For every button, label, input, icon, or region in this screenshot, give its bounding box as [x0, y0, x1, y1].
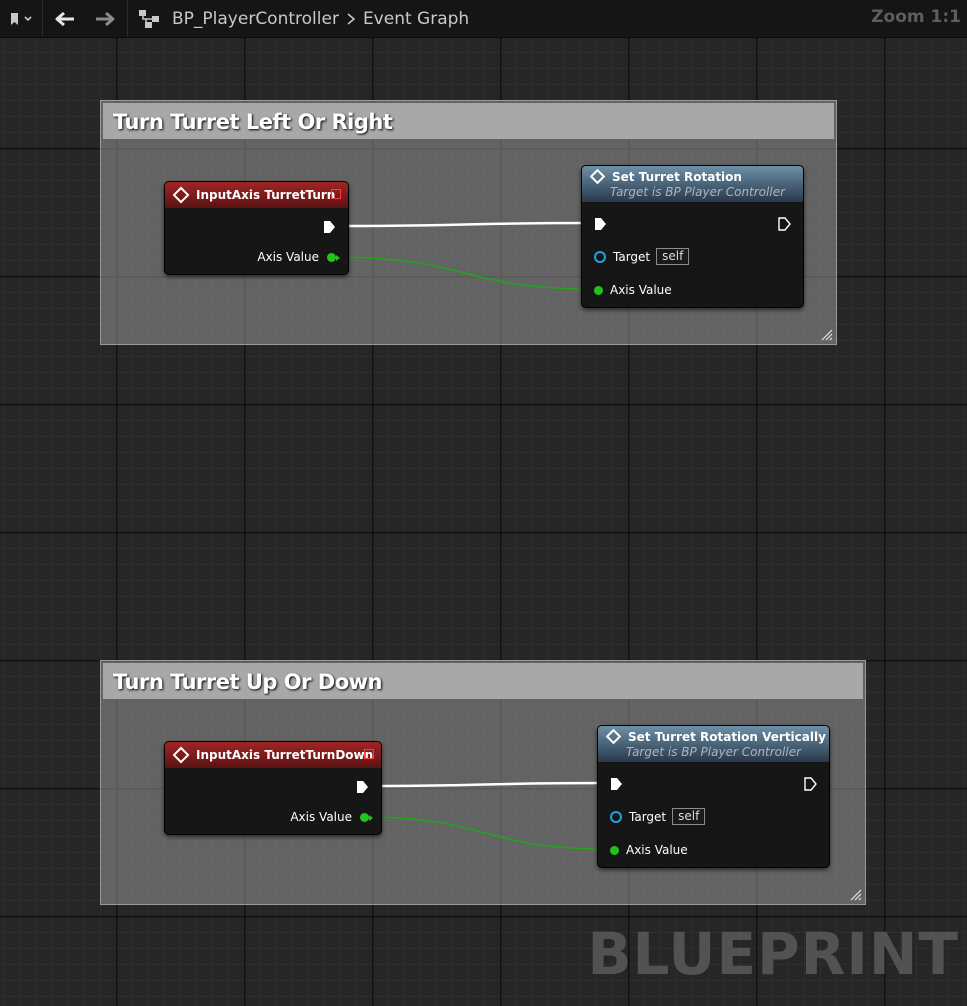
exec-out-pin[interactable] — [323, 220, 336, 234]
axis-value-output-row: Axis Value — [257, 250, 340, 264]
back-arrow-icon — [55, 11, 74, 26]
breadcrumb-graph[interactable]: Event Graph — [363, 9, 469, 29]
pin-label: Axis Value — [257, 250, 319, 264]
target-input-pin[interactable] — [610, 810, 622, 823]
node-title: InputAxis TurretTurnDown — [196, 748, 374, 762]
input-axis-event-node[interactable]: InputAxis TurretTurnDown Axis Value — [164, 741, 382, 835]
node-subtitle: Target is BP Player Controller — [626, 744, 802, 759]
event-diamond-icon — [172, 186, 190, 204]
chevron-right-icon — [347, 12, 356, 25]
pin-label: Target — [613, 249, 651, 264]
exec-out-pin[interactable] — [804, 777, 817, 791]
target-input-pin[interactable] — [594, 250, 606, 263]
blueprint-watermark: BLUEPRINT — [587, 920, 959, 988]
bookmark-button[interactable] — [0, 0, 42, 37]
exec-in-pin[interactable] — [594, 217, 607, 231]
target-input-row: Target self — [610, 808, 706, 825]
zoom-level: Zoom 1:1 — [871, 7, 961, 27]
resize-grip-icon[interactable] — [821, 329, 833, 341]
graph-toolbar: BP_PlayerController Event Graph Zoom 1:1 — [0, 0, 967, 38]
node-header[interactable]: Set Turret Rotation Target is BP Player … — [582, 166, 803, 202]
delegate-pin-icon[interactable] — [331, 189, 341, 199]
forward-button[interactable] — [87, 0, 123, 37]
event-diamond-icon — [172, 746, 190, 764]
node-title: Set Turret Rotation — [612, 169, 742, 184]
target-input-row: Target self — [594, 248, 690, 265]
forward-arrow-icon — [96, 11, 115, 26]
exec-in-pin[interactable] — [610, 777, 623, 791]
target-self-field[interactable]: self — [656, 248, 690, 265]
node-header[interactable]: Set Turret Rotation Vertically Target is… — [598, 726, 829, 762]
function-diamond-icon — [605, 728, 622, 745]
input-axis-event-node[interactable]: InputAxis TurretTurn Axis Value — [164, 181, 349, 275]
back-button[interactable] — [43, 0, 87, 37]
node-header[interactable]: InputAxis TurretTurnDown — [165, 742, 381, 768]
function-call-node[interactable]: Set Turret Rotation Target is BP Player … — [581, 165, 804, 308]
pin-label: Axis Value — [610, 283, 672, 297]
axis-value-output-pin[interactable] — [327, 252, 340, 262]
axis-value-input-pin[interactable] — [594, 285, 603, 295]
exec-out-pin[interactable] — [356, 780, 369, 794]
exec-out-pin[interactable] — [778, 217, 791, 231]
target-self-field[interactable]: self — [672, 808, 706, 825]
axis-value-input-row: Axis Value — [594, 283, 672, 297]
pin-label: Axis Value — [290, 810, 352, 824]
axis-value-input-pin[interactable] — [610, 845, 619, 855]
function-diamond-icon — [589, 168, 606, 185]
comment-title[interactable]: Turn Turret Up Or Down — [103, 663, 863, 699]
function-call-node[interactable]: Set Turret Rotation Vertically Target is… — [597, 725, 830, 868]
breadcrumb-blueprint[interactable]: BP_PlayerController — [172, 9, 339, 29]
blueprint-graph-icon — [128, 0, 172, 37]
axis-value-input-row: Axis Value — [610, 843, 688, 857]
node-title: InputAxis TurretTurn — [196, 188, 336, 202]
resize-grip-icon[interactable] — [850, 889, 862, 901]
node-header[interactable]: InputAxis TurretTurn — [165, 182, 348, 208]
comment-title[interactable]: Turn Turret Left Or Right — [103, 103, 834, 139]
bookmark-icon — [11, 12, 32, 25]
pin-label: Target — [629, 809, 667, 824]
axis-value-output-row: Axis Value — [290, 810, 373, 824]
delegate-pin-icon[interactable] — [364, 749, 374, 759]
pin-label: Axis Value — [626, 843, 688, 857]
node-title: Set Turret Rotation Vertically — [628, 729, 826, 744]
node-subtitle: Target is BP Player Controller — [610, 184, 786, 199]
axis-value-output-pin[interactable] — [360, 812, 373, 822]
